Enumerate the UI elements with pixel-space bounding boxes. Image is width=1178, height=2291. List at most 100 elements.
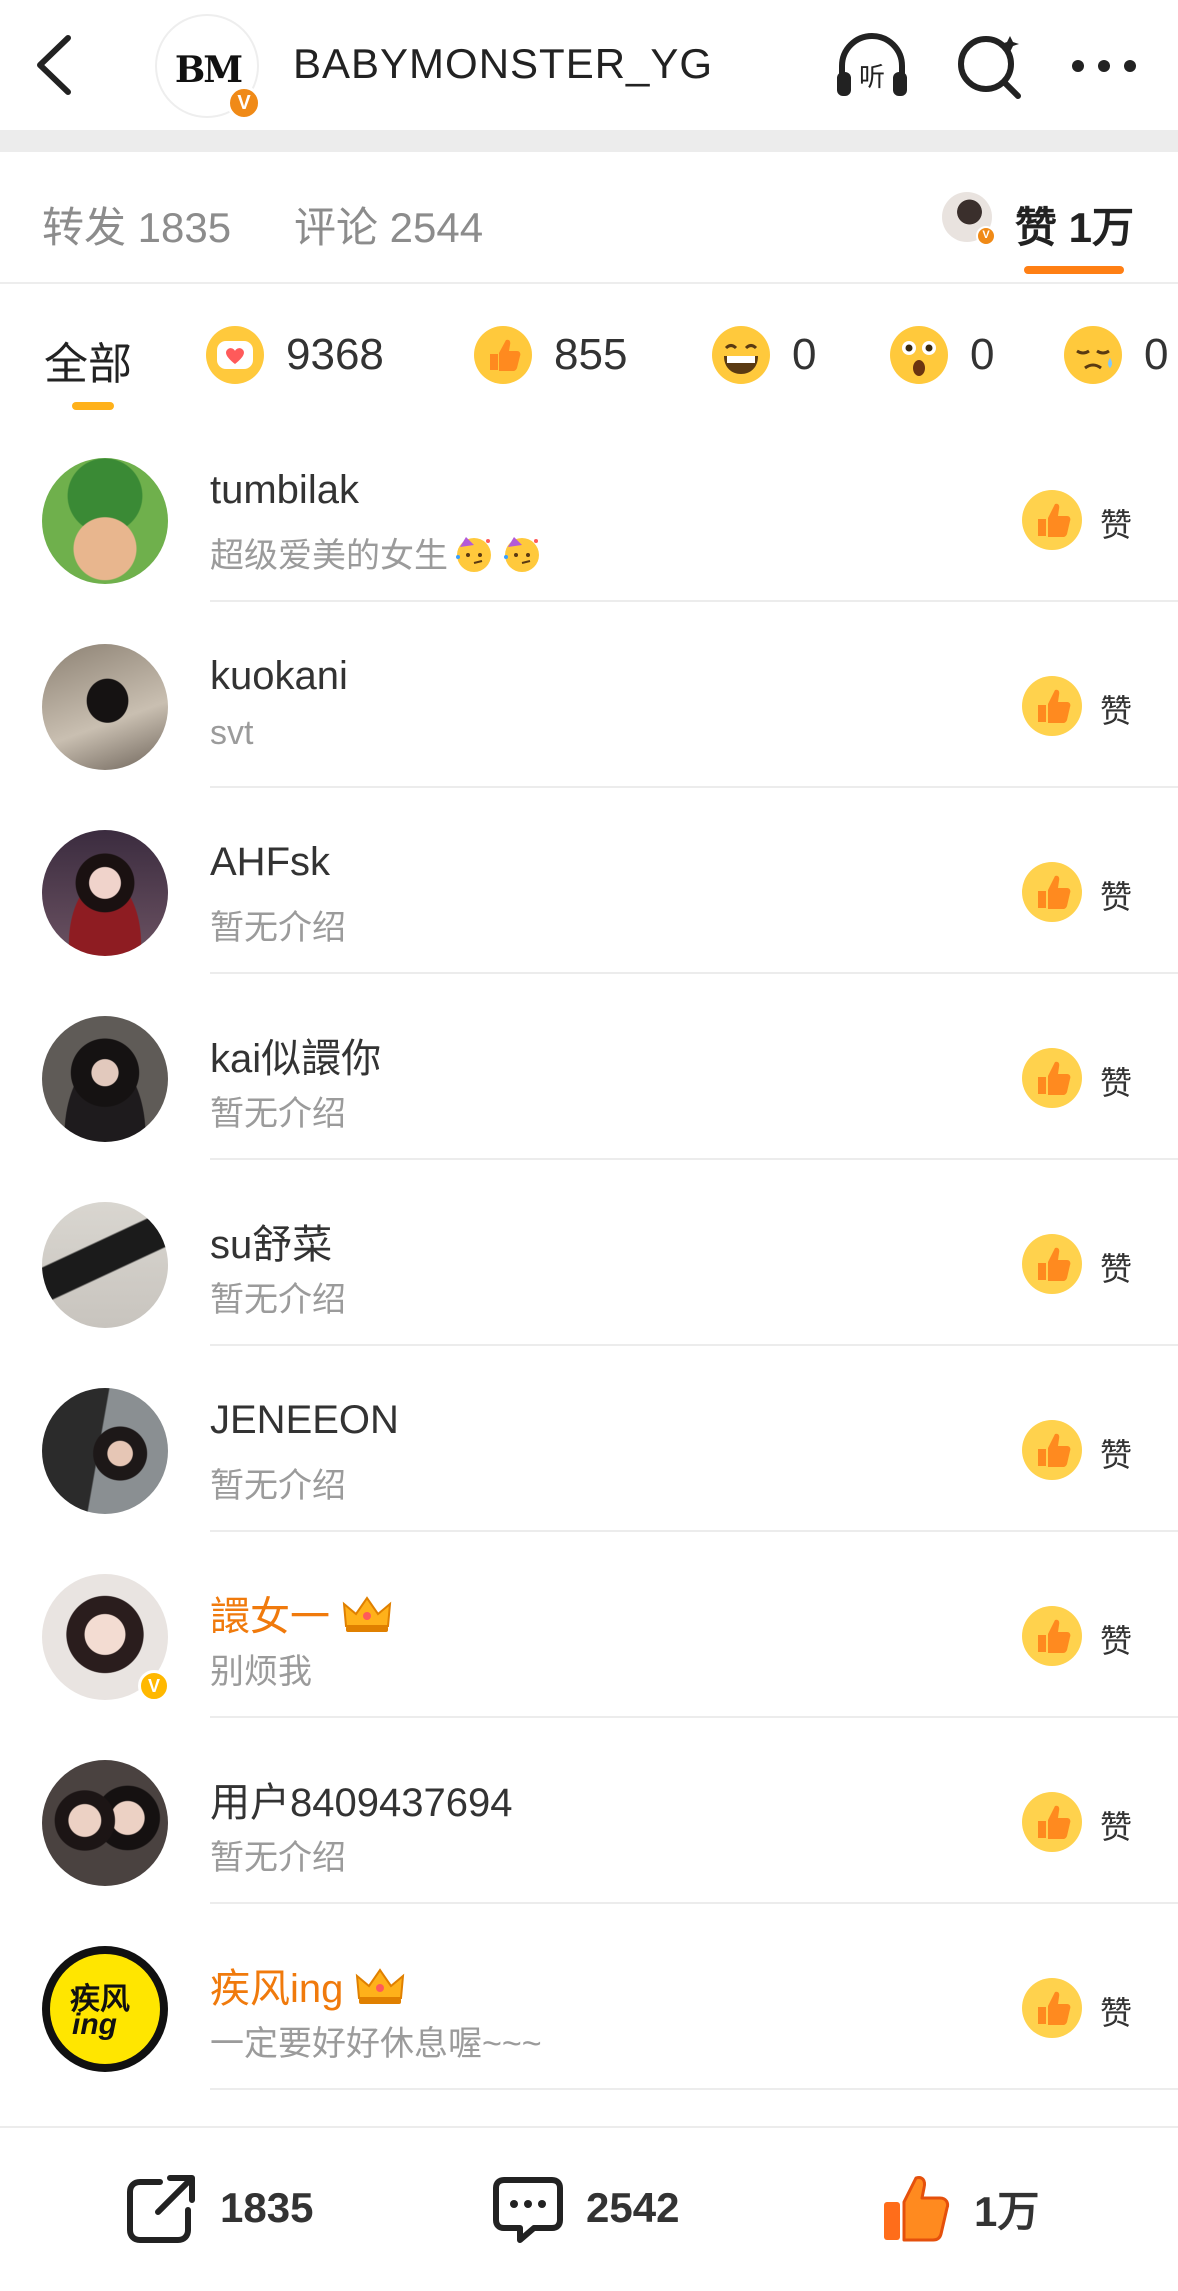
thumbs-up-icon[interactable]: [1020, 1046, 1084, 1110]
like-label[interactable]: 赞: [1100, 1244, 1132, 1290]
surprised-count: 0: [970, 330, 995, 379]
user-name-text: 譞女一: [210, 1595, 330, 1639]
user-name[interactable]: kuokani: [210, 654, 348, 699]
reaction-filters: 全部 9368 855 0 0 0: [0, 284, 1178, 414]
avatar[interactable]: [42, 830, 168, 956]
thumbs-up-icon[interactable]: [1020, 860, 1084, 924]
like-button[interactable]: 1万: [878, 2168, 1039, 2248]
filter-heart[interactable]: 9368: [204, 324, 384, 386]
repost-count: 1835: [220, 2184, 314, 2231]
crown-badge-icon: [356, 1968, 405, 2004]
verified-badge-icon: V: [976, 226, 996, 246]
list-item[interactable]: AHFsk 暂无介绍 赞: [0, 788, 1178, 974]
interaction-tabs: 转发 1835 评论 2544 V 赞 1万: [0, 152, 1178, 284]
list-item[interactable]: kuokani svt 赞: [0, 602, 1178, 788]
user-bio: 暂无介绍: [210, 909, 346, 947]
user-name[interactable]: 用户8409437694: [210, 1770, 512, 1828]
active-filter-indicator: [72, 402, 114, 410]
avatar[interactable]: [42, 1202, 168, 1328]
share-arrow-icon: [127, 2175, 195, 2243]
section-gap: [0, 130, 1178, 152]
user-bio: 暂无介绍: [210, 1095, 346, 1133]
user-name[interactable]: kai似譞你: [210, 1026, 381, 1084]
like-count: 1万: [974, 2187, 1040, 2235]
avatar[interactable]: [42, 458, 168, 584]
user-bio-text: 超级爱美的女生: [210, 537, 448, 575]
list-item[interactable]: 疾风 ing 疾风ing 一定要好好休息喔~~~ 赞: [0, 1904, 1178, 2090]
page-title[interactable]: BABYMONSTER_YG: [293, 40, 713, 88]
avatar[interactable]: [42, 1388, 168, 1514]
list-item[interactable]: su舒菜 暂无介绍 赞: [0, 1160, 1178, 1346]
thumbs-up-icon: [474, 326, 532, 384]
avatar[interactable]: [42, 1016, 168, 1142]
avatar[interactable]: V: [42, 1574, 170, 1702]
list-item[interactable]: 用户8409437694 暂无介绍 赞: [0, 1718, 1178, 1904]
thumbs-up-icon[interactable]: [1020, 1976, 1084, 2040]
user-bio: 暂无介绍: [210, 1467, 346, 1505]
active-tab-indicator: [1024, 266, 1124, 274]
surprised-icon: [890, 326, 948, 384]
liker-list: tumbilak 超级爱美的女生 赞 kuokani svt 赞 AHFsk 暂…: [0, 416, 1178, 2090]
user-name[interactable]: 疾风ing: [210, 1956, 407, 2014]
comment-bubble-icon: [493, 2177, 563, 2243]
filter-grin[interactable]: 0: [710, 324, 816, 386]
like-label[interactable]: 赞: [1100, 1430, 1132, 1476]
filter-surprised[interactable]: 0: [888, 324, 994, 386]
party-face-icon: [456, 537, 491, 572]
listen-label: 听: [859, 63, 885, 93]
thumbs-up-icon[interactable]: [1020, 488, 1084, 552]
thumbs-up-icon[interactable]: [1020, 1418, 1084, 1482]
bottom-action-bar: 1835 2542 1万: [0, 2126, 1178, 2291]
filter-sad[interactable]: 0: [1062, 324, 1168, 386]
user-bio: svt: [210, 714, 254, 752]
thumbs-up-icon[interactable]: [1020, 674, 1084, 738]
thumbs-up-count: 855: [554, 330, 628, 379]
filter-thumbs-up[interactable]: 855: [472, 324, 627, 386]
list-item[interactable]: kai似譞你 暂无介绍 赞: [0, 974, 1178, 1160]
user-name[interactable]: su舒菜: [210, 1212, 332, 1270]
verified-badge-icon: V: [227, 86, 261, 120]
thumbs-up-icon: [884, 2176, 950, 2242]
search-icon[interactable]: [950, 28, 1030, 104]
user-name[interactable]: 譞女一: [210, 1584, 394, 1642]
list-item[interactable]: tumbilak 超级爱美的女生 赞: [0, 416, 1178, 602]
like-label[interactable]: 赞: [1100, 500, 1132, 546]
user-bio: 一定要好好休息喔~~~: [210, 2025, 542, 2063]
like-label[interactable]: 赞: [1100, 1802, 1132, 1848]
like-label[interactable]: 赞: [1100, 1058, 1132, 1104]
user-name[interactable]: AHFsk: [210, 840, 330, 885]
avatar[interactable]: [42, 644, 168, 770]
thumbs-up-icon[interactable]: [1020, 1604, 1084, 1668]
like-label[interactable]: 赞: [1100, 1616, 1132, 1662]
user-name[interactable]: JENEEON: [210, 1398, 399, 1443]
avatar[interactable]: [42, 1760, 168, 1886]
user-bio: 超级爱美的女生: [210, 528, 544, 577]
account-avatar[interactable]: BM V: [155, 14, 261, 120]
avatar[interactable]: 疾风 ing: [42, 1946, 168, 2072]
tab-like[interactable]: 赞 1万: [1015, 194, 1134, 255]
like-label[interactable]: 赞: [1100, 686, 1132, 732]
like-label[interactable]: 赞: [1100, 1988, 1132, 2034]
headphones-listen-icon[interactable]: 听: [832, 28, 912, 104]
thumbs-up-icon[interactable]: [1020, 1232, 1084, 1296]
like-label[interactable]: 赞: [1100, 872, 1132, 918]
crown-badge-icon: [342, 1596, 392, 1632]
back-arrow-icon[interactable]: [28, 30, 82, 100]
list-item[interactable]: JENEEON 暂无介绍 赞: [0, 1346, 1178, 1532]
user-name[interactable]: tumbilak: [210, 468, 359, 513]
thumbs-up-icon[interactable]: [1020, 1790, 1084, 1854]
heart-count: 9368: [286, 330, 384, 379]
sad-icon: [1064, 326, 1122, 384]
top-nav-bar: BM V BABYMONSTER_YG 听: [0, 0, 1178, 130]
account-logo-text: BM: [174, 49, 243, 91]
heart-face-icon: [206, 326, 264, 384]
tab-comment[interactable]: 评论 2544: [294, 194, 483, 255]
user-bio: 暂无介绍: [210, 1839, 346, 1877]
more-options-icon[interactable]: [1064, 28, 1144, 104]
filter-all[interactable]: 全部: [44, 328, 132, 392]
comment-button[interactable]: 2542: [490, 2168, 679, 2248]
repost-button[interactable]: 1835: [124, 2168, 313, 2248]
list-item[interactable]: V 譞女一 别烦我 赞: [0, 1532, 1178, 1718]
tab-repost[interactable]: 转发 1835: [42, 194, 231, 255]
liker-preview-avatar: V: [942, 192, 996, 246]
